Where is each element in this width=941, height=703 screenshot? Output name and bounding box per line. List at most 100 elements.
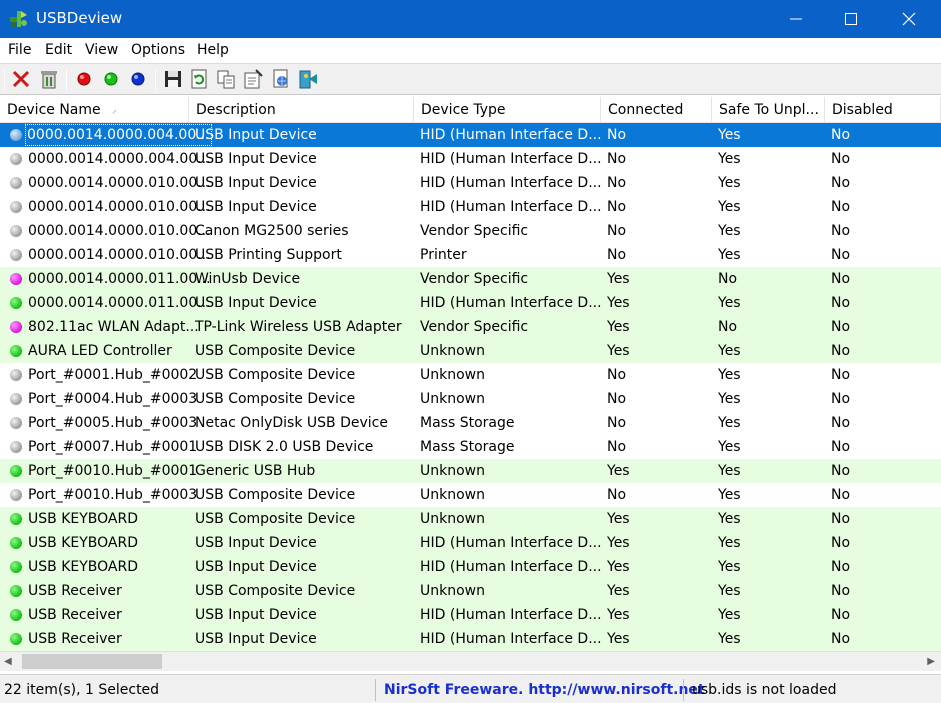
red-led-button[interactable] (73, 68, 95, 90)
description-cell: USB Input Device (195, 559, 317, 575)
device-name-cell: 0000.0014.0000.010.00... (28, 175, 211, 191)
device-name-cell: 0000.0014.0000.004.00... (28, 151, 211, 167)
scroll-left-icon[interactable]: ◀ (4, 656, 12, 667)
column-header-device-name[interactable]: Device Name ⸍ (0, 97, 189, 123)
exit-button[interactable] (297, 68, 319, 90)
connected-cell: Yes (607, 583, 630, 599)
scrollbar-thumb[interactable] (22, 654, 162, 669)
safe-to-unplug-cell: Yes (718, 511, 741, 527)
table-row[interactable]: 0000.0014.0000.010.00... Canon MG2500 ser… (0, 219, 941, 243)
description-cell: USB Input Device (195, 631, 317, 647)
menu-file[interactable]: File (8, 42, 31, 58)
toolbar-separator (66, 70, 67, 90)
safe-to-unplug-cell: Yes (718, 295, 741, 311)
device-name-cell: USB Receiver (28, 607, 122, 623)
device-list[interactable]: 0000.0014.0000.004.00... USB Input Device… (0, 123, 941, 651)
table-row[interactable]: USB Receiver USB Input Device HID (Human I… (0, 603, 941, 627)
disabled-cell: No (831, 439, 851, 455)
table-row[interactable]: 0000.0014.0000.011.00... WinUsb Device Ven… (0, 267, 941, 291)
table-row[interactable]: AURA LED Controller USB Composite Device U… (0, 339, 941, 363)
connected-cell: Yes (607, 607, 630, 623)
connected-cell: No (607, 439, 627, 455)
refresh-button[interactable] (188, 68, 210, 90)
table-row[interactable]: USB Receiver USB Composite Device Unknown Y… (0, 579, 941, 603)
device-status-gray-icon (10, 489, 22, 501)
column-header-row: Device Name ⸍ Description Device Type Co… (0, 97, 941, 123)
close-button[interactable] (880, 0, 938, 38)
device-status-gray-icon (10, 441, 22, 453)
device-status-gray-icon (10, 249, 22, 261)
table-row[interactable]: 0000.0014.0000.010.00... USB Input Device… (0, 171, 941, 195)
properties-button[interactable] (242, 68, 264, 90)
table-row[interactable]: 0000.0014.0000.004.00... USB Input Device… (0, 123, 941, 147)
connected-cell: No (607, 199, 627, 215)
table-row[interactable]: 802.11ac WLAN Adapt... TP-Link Wireless U… (0, 315, 941, 339)
column-header-device-type[interactable]: Device Type (414, 97, 601, 123)
safe-to-unplug-cell: Yes (718, 199, 741, 215)
connected-cell: No (607, 151, 627, 167)
device-status-gray-icon (10, 153, 22, 165)
column-header-description[interactable]: Description (189, 97, 414, 123)
minimize-button[interactable] (767, 0, 825, 38)
device-type-cell: Unknown (420, 487, 485, 503)
menu-view[interactable]: View (85, 42, 118, 58)
table-row[interactable]: USB KEYBOARD USB Composite Device Unknown Y… (0, 507, 941, 531)
toolbar-separator (4, 70, 5, 90)
column-header-label: Disabled (832, 102, 893, 118)
device-type-cell: HID (Human Interface D... (420, 631, 602, 647)
device-type-cell: Unknown (420, 583, 485, 599)
toolbar-separator (155, 70, 156, 90)
disabled-cell: No (831, 319, 851, 335)
save-button[interactable] (162, 68, 184, 90)
disabled-cell: No (831, 583, 851, 599)
description-cell: Generic USB Hub (195, 463, 316, 479)
maximize-button[interactable] (822, 0, 880, 38)
device-type-cell: HID (Human Interface D... (420, 127, 602, 143)
copy-button[interactable] (215, 68, 237, 90)
menu-bar: File Edit View Options Help (0, 38, 941, 63)
table-row[interactable]: Port_#0001.Hub_#0002 USB Composite Device… (0, 363, 941, 387)
disabled-cell: No (831, 415, 851, 431)
device-name-focus: 0000.0014.0000.004.00... (25, 124, 212, 146)
html-report-icon (273, 69, 288, 88)
device-name-cell: Port_#0004.Hub_#0003 (28, 391, 198, 407)
table-row[interactable]: 0000.0014.0000.010.00... USB Printing Sup… (0, 243, 941, 267)
column-header-safe-to-unplug[interactable]: Safe To Unpl... (712, 97, 825, 123)
connected-cell: No (607, 223, 627, 239)
html-report-button[interactable] (270, 68, 292, 90)
table-row[interactable]: Port_#0005.Hub_#0003 Netac OnlyDisk USB D… (0, 411, 941, 435)
table-row[interactable]: USB KEYBOARD USB Input Device HID (Human I… (0, 555, 941, 579)
status-bar: 22 item(s), 1 Selected NirSoft Freeware.… (0, 674, 941, 703)
description-cell: USB Composite Device (195, 487, 356, 503)
nirsoft-link[interactable]: NirSoft Freeware. http://www.nirsoft.net (384, 679, 705, 701)
disconnect-icon (12, 70, 30, 88)
table-row[interactable]: 0000.0014.0000.010.00... USB Input Device… (0, 195, 941, 219)
refresh-icon (191, 69, 207, 89)
safe-to-unplug-cell: Yes (718, 559, 741, 575)
uninstall-button[interactable] (38, 68, 60, 90)
green-led-button[interactable] (100, 68, 122, 90)
table-row[interactable]: Port_#0010.Hub_#0003 USB Composite Device… (0, 483, 941, 507)
toolbar (0, 63, 941, 95)
safe-to-unplug-cell: Yes (718, 463, 741, 479)
menu-options[interactable]: Options (131, 42, 185, 58)
blue-led-button[interactable] (127, 68, 149, 90)
column-header-connected[interactable]: Connected (601, 97, 712, 123)
device-type-cell: HID (Human Interface D... (420, 295, 602, 311)
menu-edit[interactable]: Edit (45, 42, 72, 58)
horizontal-scrollbar[interactable]: ◀ ▶ (0, 651, 941, 671)
table-row[interactable]: USB KEYBOARD USB Input Device HID (Human I… (0, 531, 941, 555)
table-row[interactable]: 0000.0014.0000.011.00... USB Input Device… (0, 291, 941, 315)
column-header-disabled[interactable]: Disabled (825, 97, 941, 123)
table-row[interactable]: Port_#0004.Hub_#0003 USB Composite Device… (0, 387, 941, 411)
menu-help[interactable]: Help (197, 42, 229, 58)
table-row[interactable]: USB Receiver USB Input Device HID (Human I… (0, 627, 941, 651)
table-row[interactable]: 0000.0014.0000.004.00... USB Input Device… (0, 147, 941, 171)
disconnect-button[interactable] (10, 68, 32, 90)
table-row[interactable]: Port_#0007.Hub_#0001 USB DISK 2.0 USB Dev… (0, 435, 941, 459)
device-status-gray-icon (10, 417, 22, 429)
disabled-cell: No (831, 199, 851, 215)
table-row[interactable]: Port_#0010.Hub_#0001 Generic USB Hub Unkno… (0, 459, 941, 483)
scroll-right-icon[interactable]: ▶ (927, 656, 935, 667)
disabled-cell: No (831, 223, 851, 239)
